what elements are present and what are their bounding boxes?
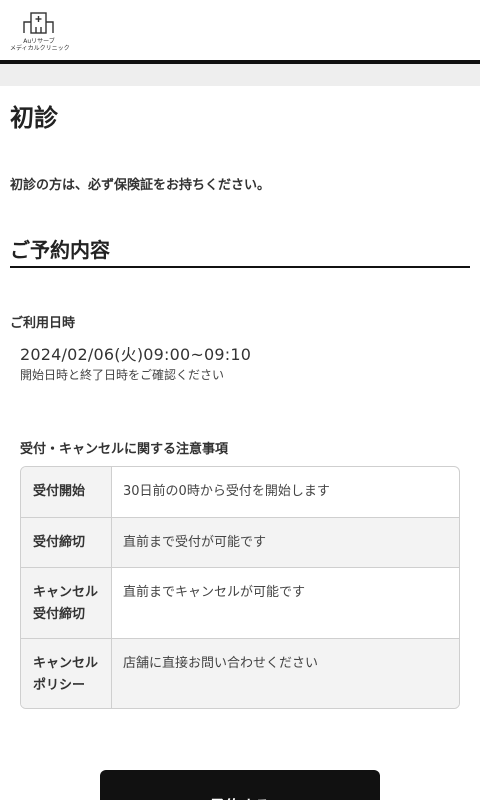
policy-row-header: 受付開始 bbox=[21, 467, 112, 517]
policy-row-value: 直前までキャンセルが可能です bbox=[123, 585, 306, 600]
policy-row-header-line: キャンセル bbox=[33, 656, 99, 671]
policy-row-header-line: ポリシー bbox=[33, 678, 86, 693]
policy-row-value: 30日前の0時から受付を開始します bbox=[123, 484, 330, 499]
policy-row-accept-deadline: 受付締切 直前まで受付が可能です bbox=[21, 517, 459, 567]
policy-row-cancel-policy: キャンセル ポリシー 店舗に直接お問い合わせください bbox=[21, 638, 459, 708]
insurance-notice: 初診の方は、必ず保険証をお持ちください。 bbox=[10, 178, 271, 193]
policy-table: 受付開始 30日前の0時から受付を開始します 受付締切 直前まで受付が可能です … bbox=[20, 466, 460, 709]
policy-row-cancel-deadline: キャンセル 受付締切 直前までキャンセルが可能です bbox=[21, 567, 459, 638]
policy-title: 受付・キャンセルに関する注意事項 bbox=[20, 442, 229, 457]
policy-row-value: 直前まで受付が可能です bbox=[123, 535, 267, 550]
background-strip bbox=[0, 64, 480, 86]
date-note: 開始日時と終了日時をご確認ください bbox=[20, 368, 225, 382]
date-value: 2024/02/06(火)09:00~09:10 bbox=[20, 345, 252, 364]
policy-row-header-line: キャンセル bbox=[33, 585, 99, 600]
policy-row-header: キャンセル ポリシー bbox=[21, 639, 112, 708]
policy-row-header: キャンセル 受付締切 bbox=[21, 568, 112, 638]
section-divider bbox=[10, 266, 470, 268]
policy-row-header-line: 受付締切 bbox=[33, 607, 86, 622]
date-label: ご利用日時 bbox=[10, 316, 76, 331]
app-header: Auリサーブ メディカルクリニック bbox=[0, 0, 480, 62]
logo-text: Auリサーブ メディカルクリニック bbox=[10, 38, 70, 52]
logo-text-line2: メディカルクリニック bbox=[10, 45, 70, 52]
clinic-logo[interactable]: Auリサーブ メディカルクリニック bbox=[10, 10, 70, 52]
policy-row-header-line: 受付締切 bbox=[33, 535, 86, 550]
reserve-button[interactable]: 予約する bbox=[100, 770, 380, 800]
policy-row-header: 受付締切 bbox=[21, 518, 112, 567]
policy-row-value: 店舗に直接お問い合わせください bbox=[123, 656, 319, 671]
reservation-section-title: ご予約内容 bbox=[10, 238, 110, 262]
page-title: 初診 bbox=[10, 104, 58, 132]
logo-text-line1: Auリサーブ bbox=[23, 38, 55, 45]
policy-row-accept-start: 受付開始 30日前の0時から受付を開始します bbox=[21, 467, 459, 517]
policy-row-header-line: 受付開始 bbox=[33, 484, 86, 499]
hospital-icon bbox=[23, 12, 54, 34]
